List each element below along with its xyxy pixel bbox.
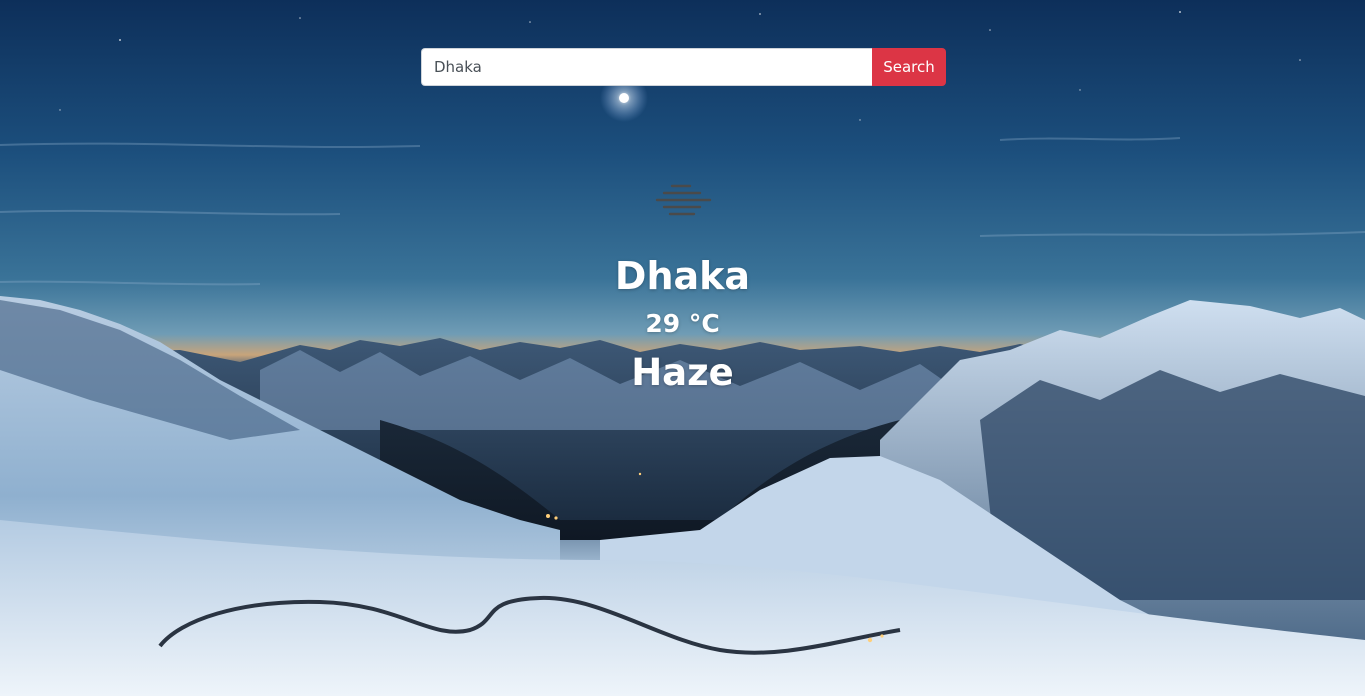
background-mountain-image xyxy=(0,11,1365,696)
haze-icon xyxy=(655,184,712,216)
city-name: Dhaka xyxy=(614,254,751,298)
weather-condition: Haze xyxy=(631,351,734,394)
search-button[interactable]: Search xyxy=(872,48,946,86)
temperature: 29 °C xyxy=(645,309,720,338)
weather-page: Search Dhaka 29 °C Haze xyxy=(0,0,1365,696)
search-bar: Search xyxy=(421,48,946,86)
search-input[interactable] xyxy=(421,48,872,86)
